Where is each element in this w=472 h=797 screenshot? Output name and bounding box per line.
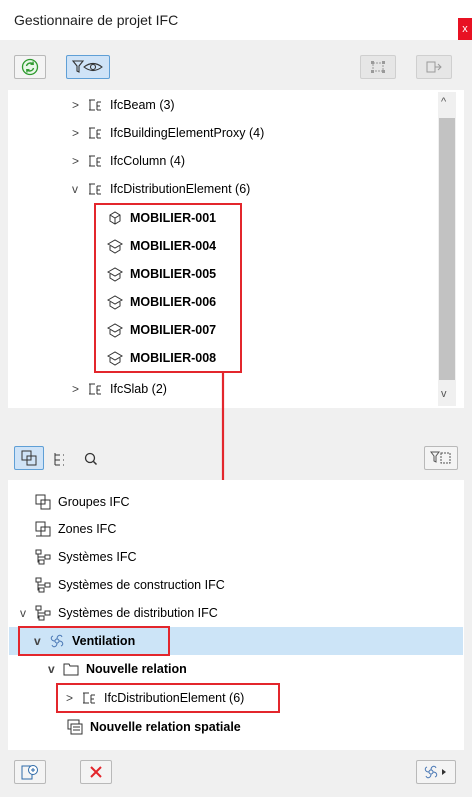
- ifc-type-icon: [89, 127, 101, 139]
- collapse-chevron-icon[interactable]: v: [72, 175, 86, 203]
- element-row[interactable]: MOBILIER-001: [106, 204, 216, 232]
- close-button[interactable]: x: [458, 18, 472, 40]
- distribution-systems-icon: [35, 605, 51, 621]
- tree-label: IfcDistributionElement (6): [110, 182, 251, 196]
- tree-row[interactable]: > IfcColumn (4): [72, 147, 185, 175]
- new-system-button[interactable]: [416, 760, 456, 784]
- collapse-chevron-icon[interactable]: v: [48, 655, 62, 683]
- search-icon: [84, 452, 98, 466]
- zones-icon: [35, 521, 51, 537]
- expand-chevron-icon[interactable]: >: [72, 119, 86, 147]
- construction-systems-icon: [35, 577, 51, 593]
- relation-label: Nouvelle relation: [86, 662, 187, 676]
- element-label: MOBILIER-006: [130, 295, 217, 309]
- add-relation-button[interactable]: [14, 760, 46, 784]
- element-icon: [106, 239, 124, 254]
- element-row[interactable]: MOBILIER-005: [106, 260, 216, 288]
- tree-label: IfcBeam (3): [110, 98, 175, 112]
- element-label: MOBILIER-004: [130, 239, 217, 253]
- spatial-relation-icon: [67, 719, 83, 735]
- tree-view-button[interactable]: [52, 450, 70, 471]
- ifc-type-icon: [89, 383, 101, 395]
- groups-icon: [21, 450, 37, 466]
- element-icon: [106, 351, 124, 366]
- tree-row[interactable]: v IfcDistributionElement (6): [72, 175, 250, 203]
- element-row[interactable]: MOBILIER-004: [106, 232, 216, 260]
- tree-row[interactable]: > IfcBuildingElementProxy (4): [72, 119, 264, 147]
- tree-label: Groupes IFC: [58, 495, 130, 509]
- ifc-type-icon: [83, 692, 95, 704]
- element-label: MOBILIER-001: [130, 211, 217, 225]
- expand-chevron-icon[interactable]: >: [66, 684, 80, 712]
- spatial-relation-row[interactable]: Nouvelle relation spatiale: [66, 713, 241, 741]
- tree-row[interactable]: Systèmes IFC: [34, 543, 137, 571]
- element-icon: [106, 267, 124, 282]
- scroll-up-icon[interactable]: ^: [441, 96, 446, 108]
- collapse-chevron-icon[interactable]: v: [34, 627, 48, 655]
- scroll-down-icon[interactable]: v: [441, 388, 447, 400]
- element-label: MOBILIER-007: [130, 323, 217, 337]
- ventilation-menu-icon: [424, 765, 446, 779]
- tree-label: Systèmes IFC: [58, 550, 137, 564]
- element-icon: [106, 295, 124, 310]
- relation-button[interactable]: [416, 55, 452, 79]
- relation-icon: [426, 61, 442, 73]
- spatial-relation-label: Nouvelle relation spatiale: [90, 720, 241, 734]
- expand-chevron-icon[interactable]: >: [72, 375, 86, 403]
- expand-chevron-icon[interactable]: >: [72, 147, 86, 175]
- filter-view-button[interactable]: [66, 55, 110, 79]
- tree-label: IfcColumn (4): [110, 154, 186, 168]
- element-row[interactable]: MOBILIER-006: [106, 288, 216, 316]
- filter-eye-icon: [71, 60, 103, 73]
- top-scroll-thumb[interactable]: [439, 118, 455, 380]
- element-icon: [109, 211, 121, 225]
- tree-view-icon: [54, 453, 64, 466]
- element-label: MOBILIER-008: [130, 351, 217, 365]
- tree-label: Zones IFC: [58, 522, 117, 536]
- expand-icon: [371, 61, 385, 73]
- element-icon: [106, 323, 124, 338]
- tree-label: IfcDistributionElement (6): [104, 691, 245, 705]
- filter-button[interactable]: [424, 446, 458, 470]
- ventilation-label: Ventilation: [72, 634, 136, 648]
- element-row[interactable]: MOBILIER-008: [106, 344, 216, 372]
- expand-selection-button[interactable]: [360, 55, 396, 79]
- relation-row[interactable]: v Nouvelle relation: [48, 655, 187, 683]
- expand-chevron-icon[interactable]: >: [72, 91, 86, 119]
- folder-icon: [63, 663, 79, 676]
- refresh-button[interactable]: [14, 55, 46, 79]
- ventilation-row[interactable]: v Ventilation: [34, 627, 135, 655]
- ifc-type-icon: [89, 183, 101, 195]
- tree-row[interactable]: > IfcDistributionElement (6): [66, 684, 244, 712]
- tree-label: IfcBuildingElementProxy (4): [110, 126, 265, 140]
- tree-row[interactable]: Groupes IFC: [34, 488, 130, 516]
- add-relation-icon: [21, 765, 38, 780]
- element-row[interactable]: MOBILIER-007: [106, 316, 216, 344]
- tree-label: Systèmes de construction IFC: [58, 578, 225, 592]
- element-label: MOBILIER-005: [130, 267, 217, 281]
- collapse-chevron-icon[interactable]: v: [20, 599, 34, 627]
- ifc-type-icon: [89, 99, 101, 111]
- systems-icon: [35, 549, 51, 565]
- ifc-type-icon: [89, 155, 101, 167]
- delete-icon: [90, 766, 102, 778]
- tree-row[interactable]: > IfcSlab (2): [72, 375, 167, 403]
- tree-row[interactable]: v Systèmes de distribution IFC: [20, 599, 218, 627]
- groups-icon: [35, 494, 51, 510]
- ventilation-icon: [50, 634, 64, 648]
- window-title: Gestionnaire de projet IFC: [14, 12, 179, 28]
- tree-row[interactable]: Zones IFC: [34, 515, 116, 543]
- groups-view-button[interactable]: [14, 446, 44, 470]
- delete-button[interactable]: [80, 760, 112, 784]
- tree-row[interactable]: Systèmes de construction IFC: [34, 571, 225, 599]
- tree-label: Systèmes de distribution IFC: [58, 606, 218, 620]
- tree-label: IfcSlab (2): [110, 382, 167, 396]
- filter-icon: [430, 451, 451, 464]
- tree-row[interactable]: > IfcBeam (3): [72, 91, 175, 119]
- refresh-icon: [21, 58, 39, 76]
- search-button[interactable]: [82, 450, 100, 471]
